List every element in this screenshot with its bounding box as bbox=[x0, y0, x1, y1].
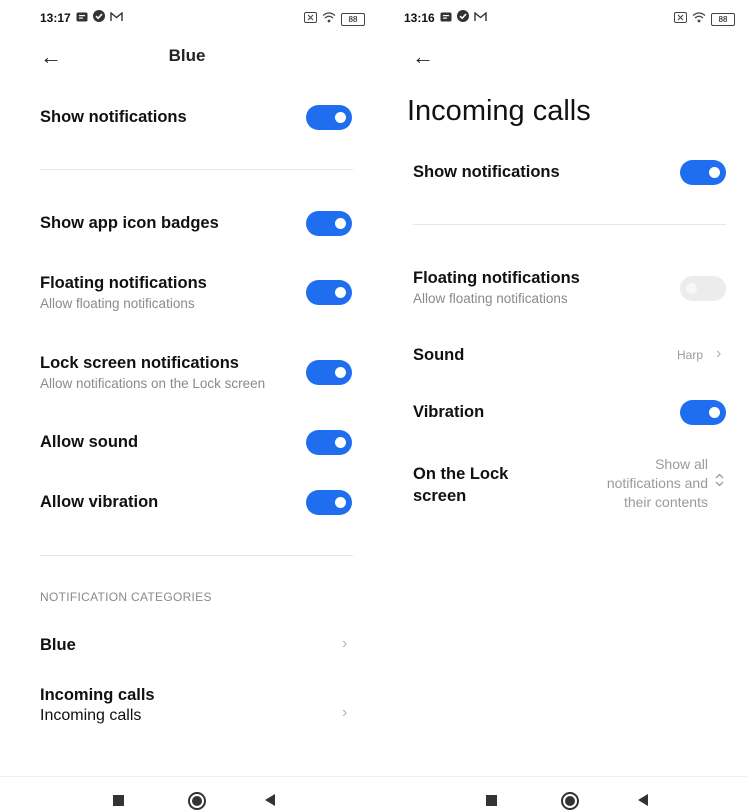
gmail-icon bbox=[474, 11, 487, 25]
allow-vibration-label: Allow vibration bbox=[40, 493, 159, 511]
chevron-up-down-icon[interactable] bbox=[714, 472, 725, 493]
navigation-bar bbox=[0, 776, 374, 811]
sound-value[interactable]: Harp bbox=[677, 348, 703, 362]
left-screen: 13:17 88 ← Blue Show notifications Show … bbox=[0, 0, 374, 810]
status-bar: 13:17 bbox=[40, 10, 123, 25]
vibration-label: Vibration bbox=[413, 403, 485, 421]
allow-vibration-toggle[interactable] bbox=[306, 490, 352, 515]
message-icon bbox=[440, 11, 452, 25]
home-icon[interactable] bbox=[188, 792, 206, 810]
vibration-toggle[interactable] bbox=[680, 400, 726, 425]
sim-off-icon bbox=[304, 10, 317, 28]
status-time: 13:16 bbox=[404, 10, 435, 25]
category-incoming-calls[interactable]: Incoming calls Incoming calls bbox=[40, 686, 155, 725]
back-icon[interactable] bbox=[265, 794, 275, 806]
floating-notifications-toggle[interactable] bbox=[680, 276, 726, 301]
divider bbox=[413, 224, 726, 225]
chevron-right-icon[interactable]: › bbox=[342, 704, 347, 722]
battery-icon: 88 bbox=[341, 12, 365, 26]
app-icon-badges-label: Show app icon badges bbox=[40, 214, 219, 232]
wifi-icon bbox=[322, 10, 336, 28]
status-right: 88 bbox=[674, 10, 735, 28]
lock-screen-notifications-label: Lock screen notifications bbox=[40, 354, 239, 372]
floating-notifications-label: Floating notifications bbox=[413, 269, 580, 287]
lock-screen-label-line1: On the Lock bbox=[413, 465, 509, 483]
allow-sound-label: Allow sound bbox=[40, 433, 139, 451]
back-arrow-icon[interactable]: ← bbox=[412, 44, 434, 70]
status-time: 13:17 bbox=[40, 10, 71, 25]
lock-screen-value-line2: notifications and bbox=[606, 475, 708, 491]
floating-notifications-toggle[interactable] bbox=[306, 280, 352, 305]
check-circle-icon bbox=[92, 10, 105, 25]
lock-screen-label-line2: screen bbox=[413, 487, 467, 505]
recents-icon[interactable] bbox=[113, 795, 124, 806]
show-notifications-toggle[interactable] bbox=[306, 105, 352, 130]
show-notifications-label: Show notifications bbox=[413, 163, 560, 181]
category-blue-label[interactable]: Blue bbox=[40, 636, 76, 655]
lock-screen-notifications-subtitle: Allow notifications on the Lock screen bbox=[40, 376, 266, 391]
gmail-icon bbox=[110, 11, 123, 25]
category-incoming-calls-subtitle: Incoming calls bbox=[40, 707, 142, 724]
app-icon-badges-toggle[interactable] bbox=[306, 211, 352, 236]
check-circle-icon bbox=[456, 10, 469, 25]
allow-sound-toggle[interactable] bbox=[306, 430, 352, 455]
battery-level: 88 bbox=[718, 14, 728, 24]
show-notifications-toggle[interactable] bbox=[680, 160, 726, 185]
page-title: Blue bbox=[168, 46, 206, 65]
page-title: Incoming calls bbox=[407, 95, 591, 127]
floating-notifications-label: Floating notifications bbox=[40, 274, 207, 292]
wifi-icon bbox=[692, 10, 706, 28]
back-icon[interactable] bbox=[638, 794, 648, 806]
show-notifications-label: Show notifications bbox=[40, 108, 187, 126]
sim-off-icon bbox=[674, 10, 687, 28]
section-header: NOTIFICATION CATEGORIES bbox=[40, 590, 212, 604]
divider bbox=[40, 169, 353, 170]
battery-level: 88 bbox=[348, 14, 358, 24]
chevron-right-icon[interactable]: › bbox=[716, 345, 721, 363]
floating-notifications-item: Floating notifications Allow floating no… bbox=[40, 274, 207, 311]
status-bar: 13:16 bbox=[404, 10, 487, 25]
right-screen: 13:16 88 ← Incoming calls Show notificat… bbox=[374, 0, 747, 810]
floating-notifications-item: Floating notifications Allow floating no… bbox=[413, 269, 580, 306]
divider bbox=[40, 555, 353, 556]
lock-screen-notifications-toggle[interactable] bbox=[306, 360, 352, 385]
status-right: 88 bbox=[304, 10, 365, 28]
chevron-right-icon[interactable]: › bbox=[342, 635, 347, 653]
message-icon bbox=[76, 11, 88, 25]
lock-screen-value[interactable]: Show all notifications and their content… bbox=[564, 455, 708, 512]
recents-icon[interactable] bbox=[486, 795, 497, 806]
lock-screen-value-line1: Show all bbox=[655, 456, 708, 472]
sound-label[interactable]: Sound bbox=[413, 346, 464, 365]
home-icon[interactable] bbox=[561, 792, 579, 810]
floating-notifications-subtitle: Allow floating notifications bbox=[40, 296, 195, 311]
navigation-bar bbox=[374, 776, 747, 811]
battery-icon: 88 bbox=[711, 12, 735, 26]
lock-screen-label: On the Lock screen bbox=[413, 463, 508, 507]
floating-notifications-subtitle: Allow floating notifications bbox=[413, 291, 568, 306]
category-incoming-calls-label: Incoming calls bbox=[40, 686, 155, 704]
lock-screen-value-line3: their contents bbox=[623, 494, 708, 510]
lock-screen-notifications-item: Lock screen notifications Allow notifica… bbox=[40, 354, 265, 391]
